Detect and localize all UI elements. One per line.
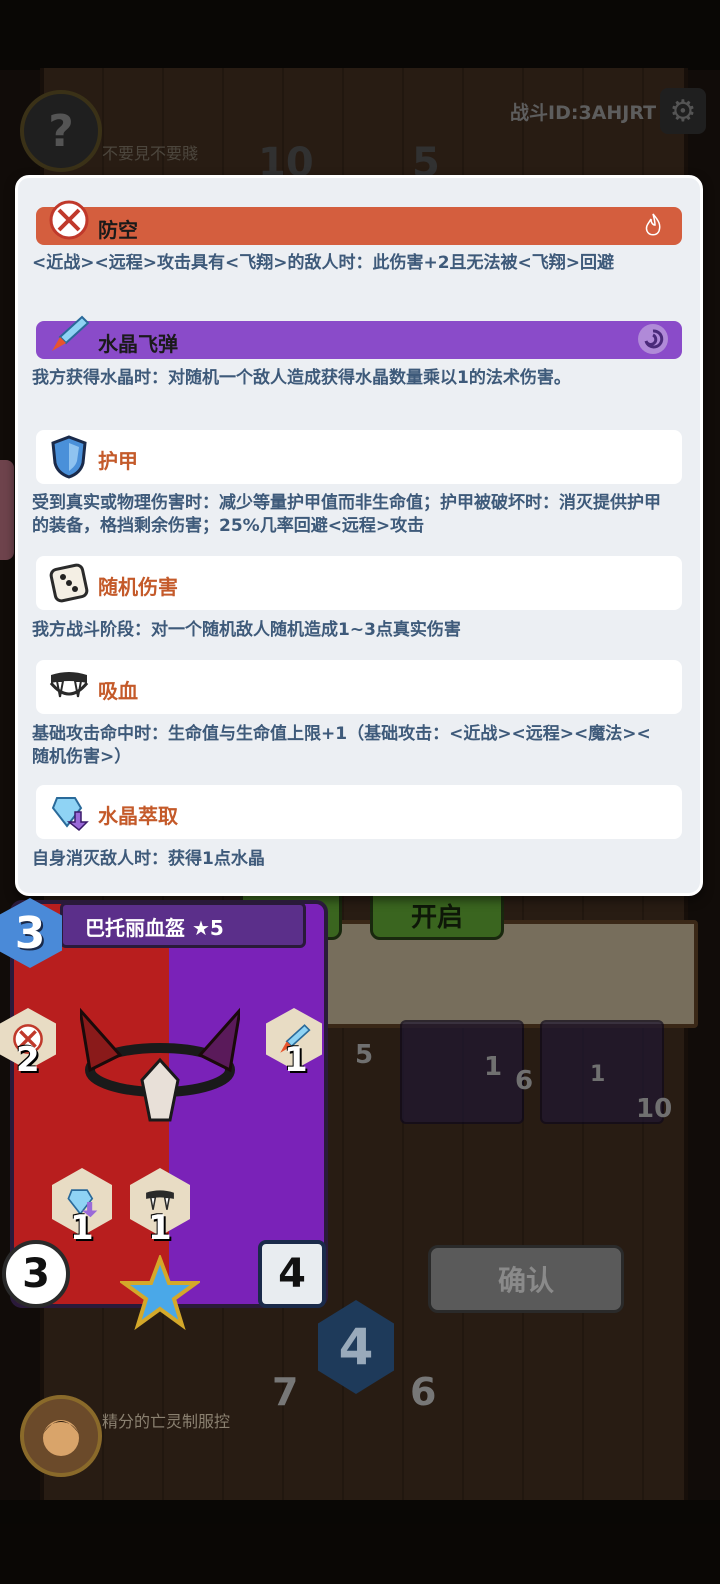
- player-stat-left: 7: [272, 1370, 299, 1414]
- card-armor-stat: 4: [258, 1240, 326, 1308]
- card-name: 巴托丽血盔 ★5: [85, 916, 224, 940]
- shield-icon: [46, 434, 92, 480]
- card-crystal-missile-value: 1: [284, 1040, 308, 1080]
- card-title-bar: 巴托丽血盔 ★5: [60, 902, 306, 948]
- dice-icon: [46, 560, 92, 606]
- keyword-header-anti-air: 防空: [36, 200, 682, 245]
- keyword-title: 吸血: [98, 679, 138, 703]
- card-crystal-extract-value: 1: [70, 1208, 94, 1248]
- crystal-missile-icon: [46, 311, 92, 357]
- keyword-header-crystal-extract: 水晶萃取: [36, 785, 682, 839]
- keyword-description: 基础攻击命中时：生命值与生命值上限+1（基础攻击：<近战><远程><魔法><随机…: [32, 724, 651, 767]
- arcane-badge-icon: [638, 324, 668, 354]
- keyword-description: 我方获得水晶时：对随机一个敌人造成获得水晶数量乘以1的法术伤害。: [32, 368, 571, 388]
- keyword-description: 自身消灭敌人时：获得1点水晶: [32, 849, 265, 869]
- crossed-wing-icon: [46, 197, 92, 243]
- keyword-title: 防空: [98, 218, 138, 242]
- card-art-helmet: [80, 1000, 240, 1150]
- fire-badge-icon: [638, 210, 668, 240]
- keyword-description: 我方战斗阶段：对一个随机敌人随机造成1~3点真实伤害: [32, 620, 461, 640]
- confirm-button[interactable]: 确认: [428, 1245, 624, 1313]
- keyword-description: <近战><远程>攻击具有<飞翔>的敌人时：此伤害+2且无法被<飞翔>回避: [32, 253, 615, 273]
- card-attack-stat: 3: [2, 1240, 70, 1308]
- keyword-header-random-damage: 随机伤害: [36, 556, 682, 610]
- player-avatar-icon: [43, 1420, 79, 1456]
- player-name: 精分的亡灵制服控: [102, 1412, 231, 1431]
- keyword-header-lifesteal: 吸血: [36, 660, 682, 714]
- player-stat-right: 6: [410, 1370, 437, 1414]
- player-avatar[interactable]: [20, 1395, 102, 1477]
- keyword-title: 水晶飞弹: [98, 332, 178, 356]
- card-lifesteal-value: 1: [148, 1208, 172, 1248]
- keyword-title: 护甲: [98, 449, 138, 473]
- card-star-emblem-icon: [120, 1255, 200, 1335]
- fangs-icon: [46, 664, 92, 710]
- keyword-title: 随机伤害: [98, 575, 178, 599]
- keyword-title: 水晶萃取: [98, 804, 178, 828]
- keyword-header-armor: 护甲: [36, 430, 682, 484]
- keyword-header-crystal-missile: 水晶飞弹: [36, 315, 682, 359]
- card-anti-air-value: 2: [16, 1040, 40, 1080]
- crystal-extract-icon: [46, 789, 92, 835]
- keyword-description: 受到真实或物理伤害时：减少等量护甲值而非生命值；护甲被破坏时：消灭提供护甲的装备…: [32, 493, 661, 536]
- keyword-tooltip-panel: 防空 <近战><远程>攻击具有<飞翔>的敌人时：此伤害+2且无法被<飞翔>回避 …: [15, 175, 703, 896]
